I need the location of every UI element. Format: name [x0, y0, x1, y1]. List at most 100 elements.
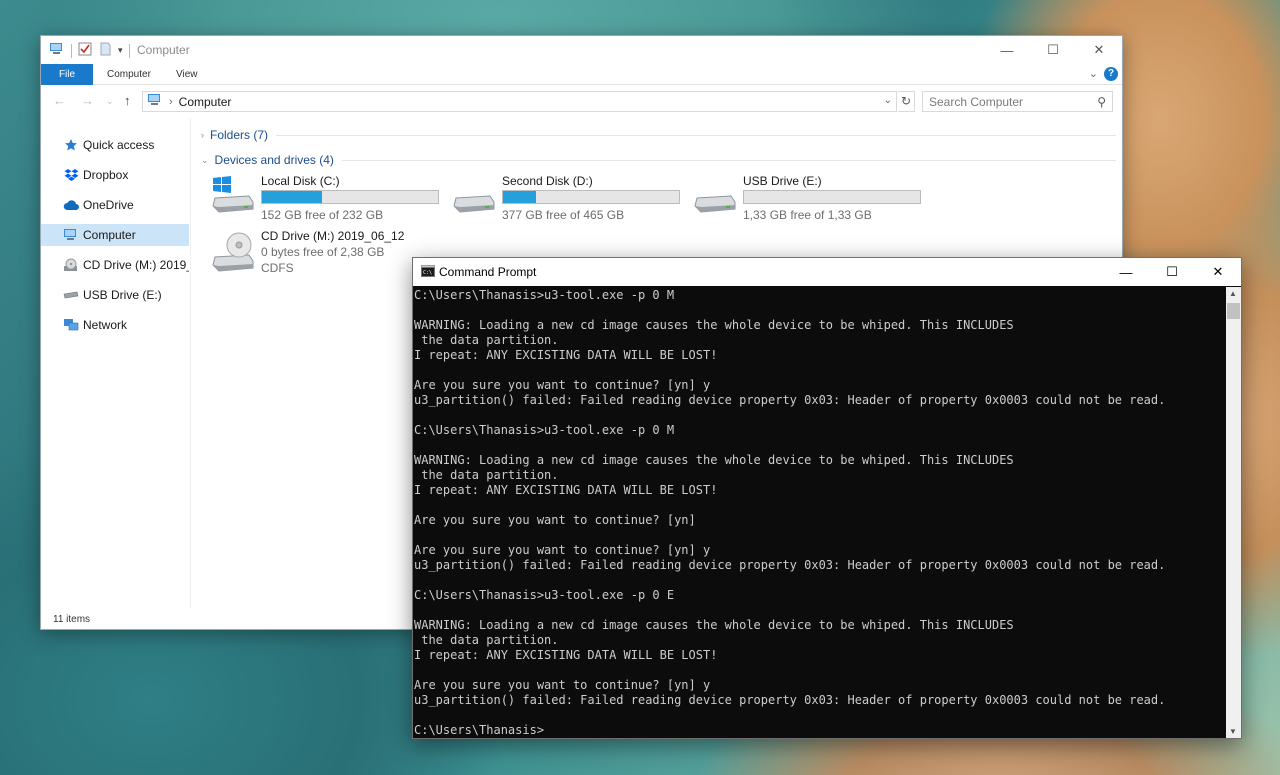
drive-size: 1,33 GB free of 1,33 GB	[743, 208, 872, 222]
console-line: I repeat: ANY EXCISTING DATA WILL BE LOS…	[414, 483, 718, 497]
close-button[interactable]: ✕	[1076, 36, 1122, 64]
console-line: the data partition.	[414, 633, 559, 647]
drive-size: 152 GB free of 232 GB	[261, 208, 384, 222]
drive-tile-d[interactable]: Second Disk (D:) 377 GB free of 465 GB	[442, 172, 682, 222]
address-dropdown-icon[interactable]: ⌄	[884, 95, 892, 106]
console-line: the data partition.	[414, 333, 559, 347]
drive-usage-fill	[503, 191, 537, 203]
console-line: u3_partition() failed: Failed reading de…	[414, 393, 1166, 407]
group-divider	[276, 134, 1116, 136]
window-title: Computer	[137, 43, 190, 57]
properties-icon[interactable]	[78, 42, 92, 59]
dropbox-icon	[63, 167, 79, 183]
sidebar-item-onedrive[interactable]: OneDrive	[41, 194, 189, 216]
windows-drive-icon	[211, 176, 255, 217]
cd-drive-icon	[211, 231, 255, 276]
drive-name: CD Drive (M:) 2019_06_12	[261, 229, 405, 243]
scroll-down-icon[interactable]: ▼	[1229, 727, 1237, 736]
sidebar-item-label: CD Drive (M:) 2019_06_12	[83, 258, 189, 272]
refresh-icon[interactable]: ↻	[898, 91, 915, 112]
group-label: Folders (7)	[210, 128, 269, 142]
console-line: u3_partition() failed: Failed reading de…	[414, 558, 1166, 572]
drive-tile-m[interactable]: CD Drive (M:) 2019_06_12 0 bytes free of…	[201, 227, 441, 283]
maximize-button[interactable]: ☐	[1030, 36, 1076, 64]
drive-usage-bar	[502, 190, 680, 204]
window-controls: — ☐ ✕	[1103, 258, 1241, 286]
sidebar-item-cd-drive[interactable]: CD Drive (M:) 2019_06_12	[41, 254, 189, 276]
expand-ribbon-icon[interactable]: ⌄	[1089, 67, 1098, 80]
scrollbar-thumb[interactable]	[1227, 303, 1240, 319]
sidebar-item-usb-drive[interactable]: USB Drive (E:)	[41, 284, 189, 306]
navigation-bar: ← → ⌄ ↑ › Computer ⌄ ↻ ⚲	[41, 86, 1122, 117]
maximize-button[interactable]: ☐	[1149, 258, 1195, 286]
vertical-scrollbar[interactable]: ▲ ▼	[1226, 287, 1241, 738]
forward-arrow-icon[interactable]: →	[81, 93, 94, 108]
command-prompt-window[interactable]: C:\ Command Prompt — ☐ ✕ C:\Users\Thanas…	[412, 257, 1242, 739]
drive-filesystem: CDFS	[261, 261, 294, 275]
usb-drive-icon	[693, 176, 737, 217]
group-header-folders[interactable]: › Folders (7)	[201, 126, 1116, 144]
new-folder-icon[interactable]	[98, 42, 112, 59]
quick-access-toolbar: ▾	[49, 42, 130, 59]
group-header-devices[interactable]: ⌄ Devices and drives (4)	[201, 151, 1116, 169]
address-bar[interactable]: › Computer ⌄	[142, 91, 897, 112]
cmd-titlebar[interactable]: C:\ Command Prompt — ☐ ✕	[413, 258, 1241, 286]
tab-view[interactable]: View	[176, 64, 198, 85]
chevron-right-icon: ›	[201, 130, 204, 140]
drive-name: Local Disk (C:)	[261, 174, 340, 188]
sidebar-item-dropbox[interactable]: Dropbox	[41, 164, 189, 186]
sidebar-item-computer[interactable]: Computer	[41, 224, 189, 246]
search-icon[interactable]: ⚲	[1097, 95, 1106, 109]
navigation-pane: Quick access Dropbox OneDrive Computer C…	[41, 118, 191, 608]
help-icon[interactable]: ?	[1104, 67, 1118, 81]
drive-usage-fill	[262, 191, 322, 203]
search-box[interactable]: ⚲	[922, 91, 1113, 112]
drive-name: Second Disk (D:)	[502, 174, 593, 188]
search-input[interactable]	[929, 92, 1089, 111]
computer-icon	[63, 227, 79, 243]
console-output[interactable]: C:\Users\Thanasis>u3-tool.exe -p 0 M WARN…	[413, 287, 1227, 738]
group-label: Devices and drives (4)	[214, 153, 334, 167]
cd-drive-icon	[63, 257, 79, 273]
close-button[interactable]: ✕	[1195, 258, 1241, 286]
drive-tile-e[interactable]: USB Drive (E:) 1,33 GB free of 1,33 GB	[683, 172, 923, 222]
chevron-down-icon: ⌄	[201, 154, 209, 165]
explorer-titlebar[interactable]: ▾ Computer — ☐ ✕	[41, 36, 1122, 64]
recent-locations-icon[interactable]: ⌄	[106, 96, 114, 107]
tab-file[interactable]: File	[41, 64, 93, 85]
sidebar-item-network[interactable]: Network	[41, 314, 189, 336]
status-bar-item-count: 11 items	[53, 614, 91, 625]
sidebar-item-label: Quick access	[83, 138, 155, 152]
console-line: C:\Users\Thanasis>	[414, 723, 545, 737]
drive-tile-c[interactable]: Local Disk (C:) 152 GB free of 232 GB	[201, 172, 441, 222]
console-line: Are you sure you want to continue? [yn] …	[414, 378, 711, 392]
minimize-button[interactable]: —	[984, 36, 1030, 64]
breadcrumb-computer[interactable]: Computer	[179, 95, 232, 109]
up-arrow-icon[interactable]: ↑	[124, 93, 131, 108]
network-icon	[63, 317, 79, 333]
back-arrow-icon[interactable]: ←	[53, 93, 66, 108]
cmd-title: Command Prompt	[439, 265, 537, 279]
console-icon: C:\	[421, 264, 435, 280]
cloud-icon	[63, 197, 79, 213]
hard-drive-icon	[452, 176, 496, 217]
sidebar-item-quick-access[interactable]: Quick access	[41, 134, 189, 156]
scroll-up-icon[interactable]: ▲	[1229, 289, 1237, 298]
drive-usage-bar	[743, 190, 921, 204]
console-line: C:\Users\Thanasis>u3-tool.exe -p 0 E	[414, 588, 675, 602]
console-line: C:\Users\Thanasis>u3-tool.exe -p 0 M	[414, 288, 675, 302]
console-line: u3_partition() failed: Failed reading de…	[414, 693, 1166, 707]
customize-qat-icon[interactable]: ▾	[118, 45, 123, 56]
ribbon-tabs: File Computer View ⌄ ?	[41, 64, 1122, 85]
breadcrumb-chevron-icon[interactable]: ›	[169, 96, 173, 108]
window-controls: — ☐ ✕	[984, 36, 1122, 64]
tab-computer[interactable]: Computer	[107, 64, 151, 85]
minimize-button[interactable]: —	[1103, 258, 1149, 286]
